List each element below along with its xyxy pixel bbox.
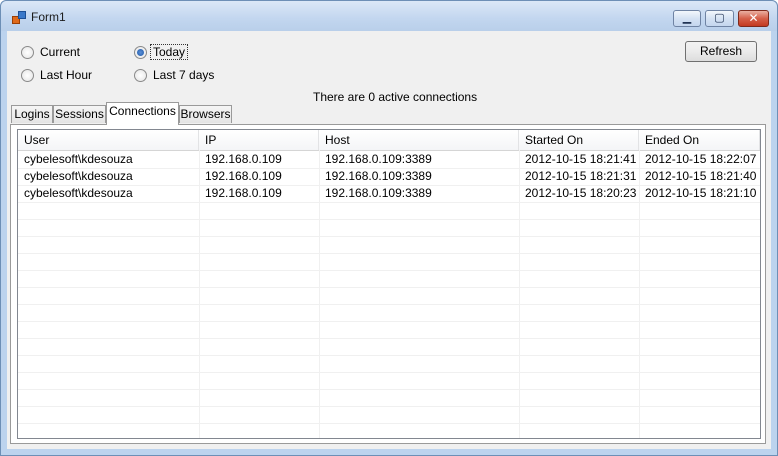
row-divider: [18, 253, 760, 254]
cell-started-on: 2012-10-15 18:20:23: [525, 186, 637, 200]
radio-last-7-days-indicator[interactable]: [134, 69, 147, 82]
list-header: User IP Host Started On Ended On: [18, 130, 760, 151]
cell-ended-on: 2012-10-15 18:21:40: [645, 169, 757, 183]
cell-host: 192.168.0.109:3389: [325, 169, 432, 183]
radio-last-hour-label: Last Hour: [40, 68, 93, 82]
maximize-button[interactable]: ▢: [705, 10, 734, 27]
connections-tab-panel: User IP Host Started On Ended On cybeles…: [10, 124, 766, 444]
cell-ended-on: 2012-10-15 18:21:10: [645, 186, 757, 200]
close-icon: ✕: [748, 11, 759, 25]
title-bar[interactable]: Form1 ▁ ▢ ✕: [1, 1, 777, 31]
minimize-button[interactable]: ▁: [673, 10, 701, 27]
row-divider: [18, 304, 760, 305]
row-divider: [18, 372, 760, 373]
table-row[interactable]: cybelesoft\kdesouza 192.168.0.109 192.16…: [18, 168, 760, 185]
cell-ip: 192.168.0.109: [205, 169, 282, 183]
form-client-area: Current Last Hour Today Last 7 days Refr…: [7, 31, 771, 449]
cell-started-on: 2012-10-15 18:21:41: [525, 152, 637, 166]
column-header-ip[interactable]: IP: [199, 130, 319, 150]
tab-browsers[interactable]: Browsers: [179, 105, 232, 123]
close-button[interactable]: ✕: [738, 10, 769, 27]
cell-host: 192.168.0.109:3389: [325, 186, 432, 200]
radio-last-7-days-label: Last 7 days: [153, 68, 215, 82]
window-title: Form1: [31, 10, 66, 24]
row-divider: [18, 423, 760, 424]
column-header-user[interactable]: User: [18, 130, 199, 150]
connections-list[interactable]: User IP Host Started On Ended On cybeles…: [17, 129, 761, 439]
app-icon[interactable]: [12, 11, 26, 24]
tab-logins[interactable]: Logins: [11, 105, 53, 123]
maximize-icon: ▢: [714, 12, 725, 24]
minimize-icon: ▁: [682, 12, 692, 24]
column-header-host[interactable]: Host: [319, 130, 519, 150]
row-divider: [18, 406, 760, 407]
main-window: Form1 ▁ ▢ ✕ Current Last Hour Today Last…: [0, 0, 778, 456]
cell-ip: 192.168.0.109: [205, 186, 282, 200]
column-header-ended-on[interactable]: Ended On: [639, 130, 760, 150]
cell-user: cybelesoft\kdesouza: [24, 169, 133, 183]
tab-sessions[interactable]: Sessions: [53, 105, 106, 123]
row-divider: [18, 236, 760, 237]
cell-host: 192.168.0.109:3389: [325, 152, 432, 166]
row-divider: [18, 287, 760, 288]
row-divider: [18, 389, 760, 390]
row-divider: [18, 355, 760, 356]
row-divider: [18, 202, 760, 203]
cell-user: cybelesoft\kdesouza: [24, 186, 133, 200]
radio-last-hour-indicator[interactable]: [21, 69, 34, 82]
cell-user: cybelesoft\kdesouza: [24, 152, 133, 166]
row-divider: [18, 270, 760, 271]
active-connections-status: There are 0 active connections: [313, 90, 478, 104]
cell-started-on: 2012-10-15 18:21:31: [525, 169, 637, 183]
row-divider: [18, 219, 760, 220]
table-row[interactable]: cybelesoft\kdesouza 192.168.0.109 192.16…: [18, 151, 760, 168]
radio-current-indicator[interactable]: [21, 46, 34, 59]
tab-connections[interactable]: Connections: [106, 102, 179, 125]
row-divider: [18, 321, 760, 322]
row-divider: [18, 338, 760, 339]
refresh-button[interactable]: Refresh: [685, 41, 757, 62]
column-header-started-on[interactable]: Started On: [519, 130, 639, 150]
radio-current-label: Current: [40, 45, 81, 59]
radio-today-label: Today: [149, 44, 189, 60]
radio-today-indicator[interactable]: [134, 46, 147, 59]
cell-ended-on: 2012-10-15 18:22:07: [645, 152, 757, 166]
cell-ip: 192.168.0.109: [205, 152, 282, 166]
table-row[interactable]: cybelesoft\kdesouza 192.168.0.109 192.16…: [18, 185, 760, 202]
